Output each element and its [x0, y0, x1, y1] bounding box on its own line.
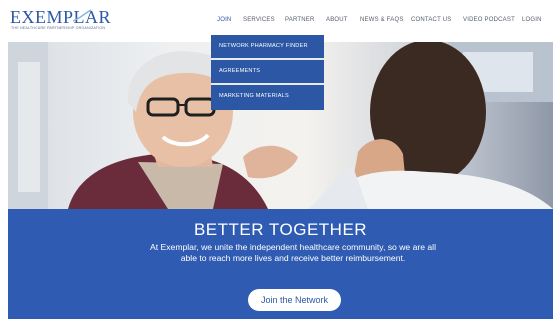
nav-partner[interactable]: PARTNER: [285, 14, 315, 26]
section-title: BETTER TOGETHER: [193, 220, 368, 239]
nav-services[interactable]: SERVICES: [243, 14, 275, 26]
nav-about[interactable]: ABOUT: [326, 14, 348, 26]
join-dropdown-menu: NETWORK PHARMACY FINDER AGREEMENTS MARKE…: [211, 35, 324, 110]
join-network-button[interactable]: Join the Network: [248, 289, 341, 311]
section-description: At Exemplar, we unite the independent he…: [150, 242, 436, 264]
nav-video-podcast[interactable]: VIDEO PODCAST: [463, 14, 515, 26]
menu-item-agreements[interactable]: AGREEMENTS: [211, 60, 324, 85]
nav-join[interactable]: JOIN: [217, 14, 231, 26]
main-nav: JOIN SERVICES PARTNER ABOUT NEWS & FAQS …: [0, 14, 553, 26]
logo-tagline: THE HEALTHCARE PARTNERSHIP ORGANIZATION: [11, 26, 106, 30]
menu-item-marketing-materials[interactable]: MARKETING MATERIALS: [211, 85, 324, 110]
menu-item-network-pharmacy-finder[interactable]: NETWORK PHARMACY FINDER: [211, 35, 324, 60]
nav-contact-us[interactable]: CONTACT US: [411, 14, 451, 26]
nav-login[interactable]: LOGIN: [522, 14, 542, 26]
nav-news-faqs[interactable]: NEWS & FAQS: [360, 14, 404, 26]
better-together-section: BETTER TOGETHER At Exemplar, we unite th…: [8, 209, 553, 319]
